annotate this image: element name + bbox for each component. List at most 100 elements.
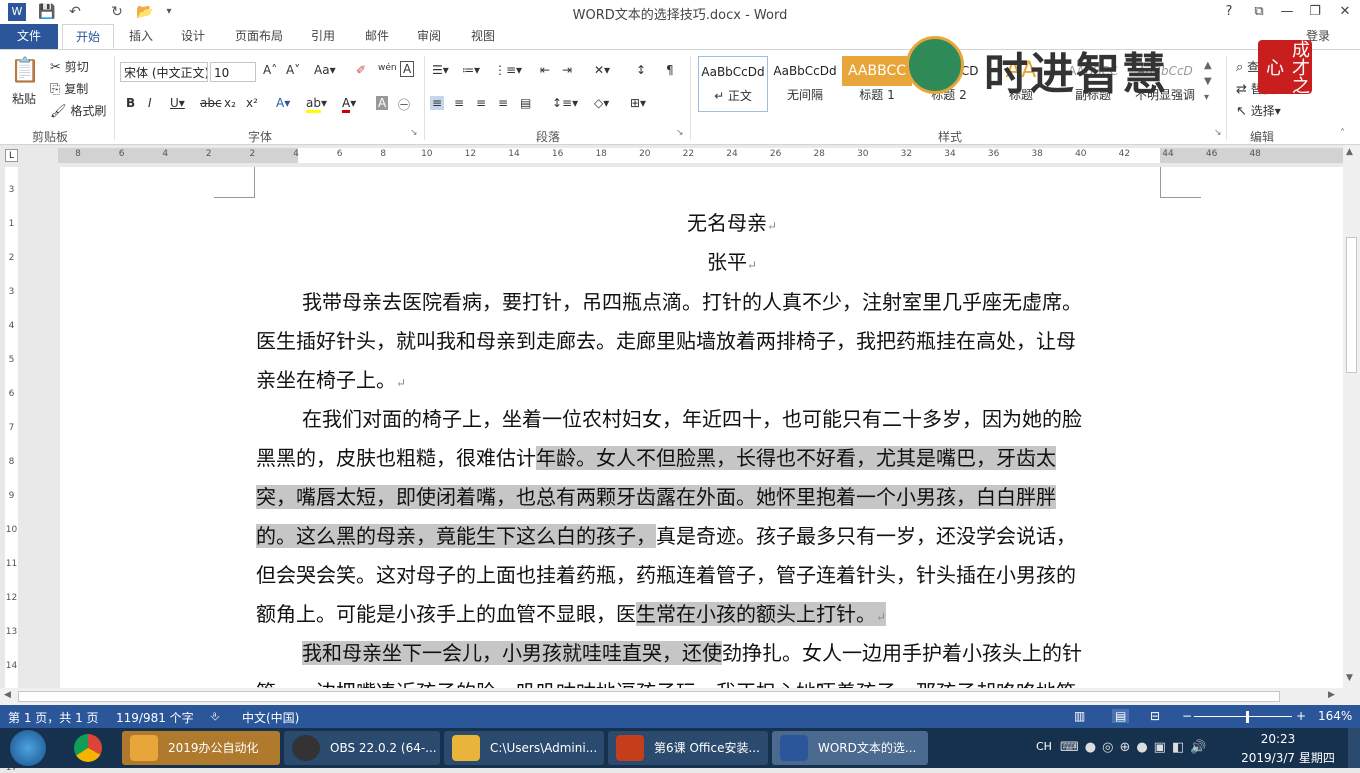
taskbar-item-word[interactable]: WORD文本的选... <box>772 731 928 765</box>
tab-layout[interactable]: 页面布局 <box>226 24 292 49</box>
align-center-icon[interactable]: ≡ <box>454 96 464 110</box>
bold-icon[interactable]: B <box>126 96 135 110</box>
select-button[interactable]: ↖ 选择▾ <box>1236 102 1281 119</box>
print-layout-icon[interactable]: ▤ <box>1112 709 1130 723</box>
char-border-icon[interactable]: A <box>400 61 415 77</box>
show-marks-icon[interactable]: ¶ <box>666 63 674 77</box>
tab-review[interactable]: 审阅 <box>406 24 452 49</box>
chrome-icon[interactable] <box>74 734 102 762</box>
cut-button[interactable]: ✂ 剪切 <box>50 58 89 75</box>
enclose-char-icon[interactable]: ㊀ <box>398 96 410 113</box>
justify-icon[interactable]: ≡ <box>498 96 508 110</box>
tab-home[interactable]: 开始 <box>62 24 114 49</box>
clock-time[interactable]: 20:23 <box>1238 732 1318 746</box>
taskbar-item-explorer[interactable]: C:\Users\Admini... <box>444 731 604 765</box>
taskbar-item-office[interactable]: 2019办公自动化 <box>122 731 280 765</box>
decrease-indent-icon[interactable]: ⇤ <box>540 63 550 77</box>
zoom-in-icon[interactable]: + <box>1296 709 1306 723</box>
taskbar-item-obs[interactable]: OBS 22.0.2 (64-... <box>284 731 440 765</box>
horizontal-ruler[interactable]: L 8 6 4 2 2 4 6 8 10 12 14 16 18 20 22 24 26 28 30 32 34 36 38… <box>0 145 1360 167</box>
help-button[interactable]: ? <box>1216 2 1242 22</box>
tab-view[interactable]: 视图 <box>460 24 506 49</box>
vertical-ruler[interactable]: 31234567891011121314151617 <box>0 167 22 773</box>
style-normal[interactable]: AaBbCcDd ↵ 正文 <box>698 56 768 112</box>
scroll-up-icon[interactable]: ▲ <box>1346 147 1353 157</box>
zoom-slider-thumb[interactable] <box>1246 711 1249 723</box>
vertical-scrollbar[interactable]: ▲ ▼ <box>1343 145 1360 688</box>
clear-format-icon[interactable]: ✐ <box>356 63 366 77</box>
horizontal-scrollbar[interactable]: ◀ ▶ <box>0 688 1343 705</box>
tab-design[interactable]: 设计 <box>170 24 216 49</box>
document-page[interactable]: 无名母亲↵ 张平↵ 我带母亲去医院看病，要打针，吊四瓶点滴。打针的人真不少，注射… <box>60 167 1350 688</box>
increase-indent-icon[interactable]: ⇥ <box>562 63 572 77</box>
font-dialog-launcher-icon[interactable]: ↘ <box>410 128 418 138</box>
font-color-icon[interactable]: A▾ <box>342 96 356 113</box>
paste-button[interactable]: 粘贴 <box>12 90 36 107</box>
align-left-icon[interactable]: ≡ <box>430 96 445 110</box>
styles-dialog-launcher-icon[interactable]: ↘ <box>1214 128 1222 138</box>
chinese-layout-icon[interactable]: ✕▾ <box>594 63 610 77</box>
tab-file[interactable]: 文件 <box>0 24 58 49</box>
change-case-icon[interactable]: Aa▾ <box>314 63 336 77</box>
highlight-icon[interactable]: ab▾ <box>306 96 327 113</box>
subscript-icon[interactable]: x₂ <box>224 96 236 110</box>
scroll-right-icon[interactable]: ▶ <box>1328 690 1335 700</box>
word-count[interactable]: 119/981 个字 <box>116 709 194 726</box>
scroll-down-icon[interactable]: ▼ <box>1346 673 1353 683</box>
tab-references[interactable]: 引用 <box>300 24 346 49</box>
style-heading-1[interactable]: AABBCC 标题 1 <box>842 56 912 112</box>
bullets-icon[interactable]: ☰▾ <box>432 63 449 77</box>
hscroll-thumb[interactable] <box>18 691 1280 702</box>
font-size-select[interactable]: 10 <box>210 62 256 82</box>
zoom-level[interactable]: 164% <box>1318 709 1352 723</box>
strikethrough-icon[interactable]: abc <box>200 96 222 110</box>
grow-font-icon[interactable]: A˄ <box>263 63 277 77</box>
language-status[interactable]: 中文(中国) <box>242 709 299 726</box>
show-desktop-button[interactable] <box>1348 728 1360 768</box>
scroll-thumb[interactable] <box>1346 237 1357 373</box>
sort-icon[interactable]: ↕ <box>636 63 646 77</box>
minimize-button[interactable]: — <box>1274 2 1300 22</box>
zoom-out-icon[interactable]: − <box>1182 709 1192 723</box>
line-spacing-icon[interactable]: ↕≡▾ <box>552 96 578 110</box>
close-button[interactable]: ✕ <box>1332 2 1358 22</box>
paste-icon[interactable]: 📋 <box>8 56 42 92</box>
zoom-slider-track[interactable] <box>1194 716 1292 717</box>
char-shading-icon[interactable]: A <box>376 96 389 110</box>
read-mode-icon[interactable]: ▥ <box>1074 709 1085 723</box>
font-name-select[interactable]: 宋体 (中文正文) <box>120 62 208 82</box>
scissors-icon: ✂ <box>50 60 61 75</box>
multilevel-list-icon[interactable]: ⋮≡▾ <box>494 63 522 77</box>
numbering-icon[interactable]: ≔▾ <box>462 63 480 77</box>
borders-icon[interactable]: ⊞▾ <box>630 96 646 110</box>
collapse-ribbon-icon[interactable]: ˄ <box>1340 128 1345 139</box>
taskbar-item-powerpoint[interactable]: 第6课 Office安装... <box>608 731 768 765</box>
tray-icons[interactable]: ⌨●◎⊕●▣◧🔊 <box>1060 740 1212 755</box>
distributed-icon[interactable]: ▤ <box>520 96 531 110</box>
style-no-spacing[interactable]: AaBbCcDd 无间隔 <box>770 56 840 112</box>
tab-mailings[interactable]: 邮件 <box>354 24 400 49</box>
text-effects-icon[interactable]: A▾ <box>276 96 290 110</box>
proofing-icon[interactable]: ⎀ <box>210 709 220 724</box>
align-right-icon[interactable]: ≡ <box>476 96 486 110</box>
ribbon-display-icon[interactable]: ⧉ <box>1246 2 1272 22</box>
shading-icon[interactable]: ◇▾ <box>594 96 609 110</box>
copy-button[interactable]: ⎘ 复制 <box>50 80 88 97</box>
styles-gallery-scroll-icon[interactable]: ▲ ▼ ▾ <box>1204 58 1212 106</box>
underline-icon[interactable]: U▾ <box>170 96 185 110</box>
ime-indicator[interactable]: CH <box>1036 740 1052 753</box>
restore-button[interactable]: ❐ <box>1302 2 1328 22</box>
phonetic-guide-icon[interactable]: wén <box>378 63 397 73</box>
tab-selector-icon[interactable]: L <box>5 149 18 162</box>
scroll-left-icon[interactable]: ◀ <box>4 690 11 700</box>
paragraph-dialog-launcher-icon[interactable]: ↘ <box>676 128 684 138</box>
web-layout-icon[interactable]: ⊟ <box>1150 709 1160 723</box>
format-painter-button[interactable]: 🖌 格式刷 <box>50 102 106 119</box>
clock-date[interactable]: 2019/3/7 星期四 <box>1238 749 1338 766</box>
start-button[interactable] <box>10 730 46 766</box>
tab-insert[interactable]: 插入 <box>118 24 164 49</box>
page-count[interactable]: 第 1 页，共 1 页 <box>8 709 99 726</box>
superscript-icon[interactable]: x² <box>246 96 258 110</box>
italic-icon[interactable]: I <box>148 96 152 110</box>
shrink-font-icon[interactable]: A˅ <box>286 63 300 77</box>
